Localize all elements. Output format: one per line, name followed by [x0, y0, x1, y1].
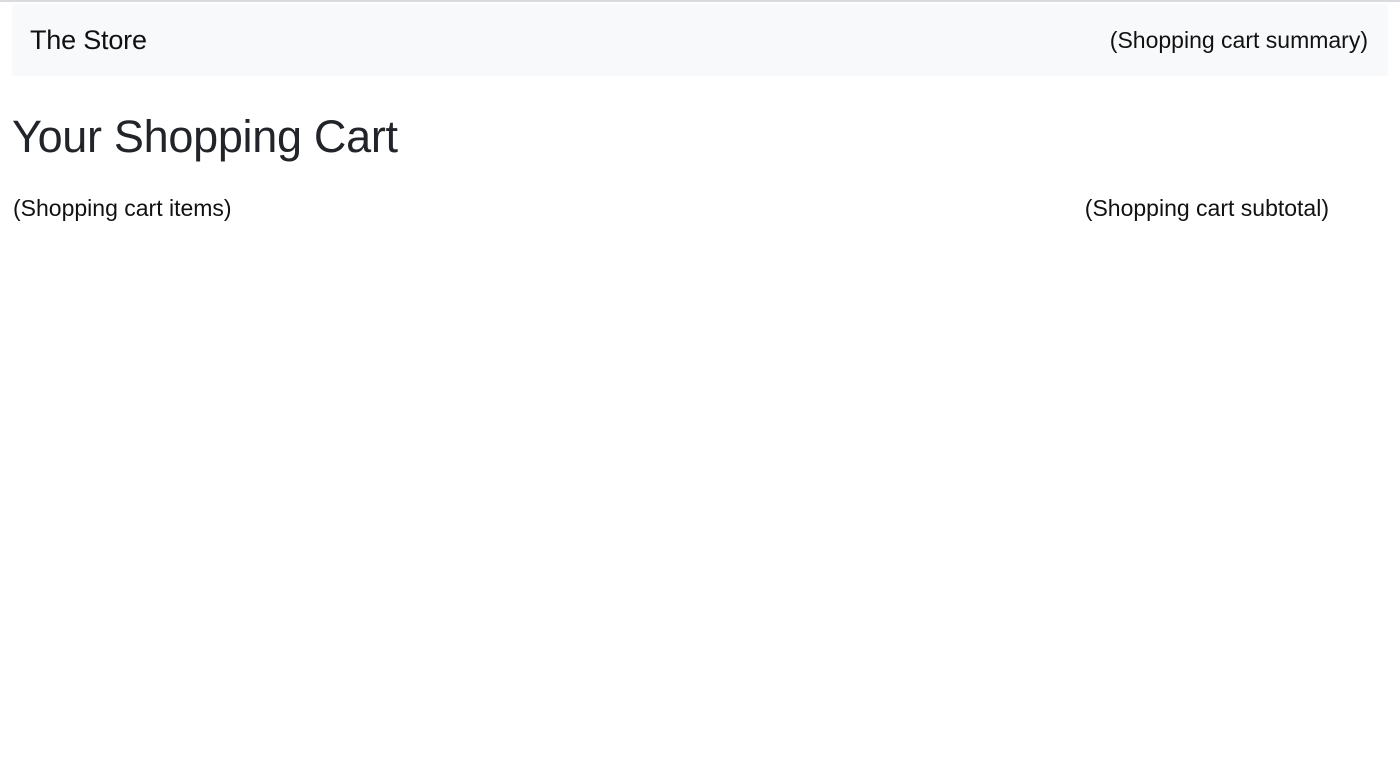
cart-items-placeholder: (Shopping cart items) [13, 195, 232, 221]
brand-link[interactable]: The Store [30, 25, 147, 56]
page-title: Your Shopping Cart [12, 111, 398, 162]
navbar: The Store (Shopping cart summary) [12, 4, 1388, 76]
cart-summary: (Shopping cart summary) [1109, 26, 1368, 53]
top-border [0, 0, 1400, 2]
cart-subtotal-placeholder: (Shopping cart subtotal) [1084, 195, 1329, 221]
